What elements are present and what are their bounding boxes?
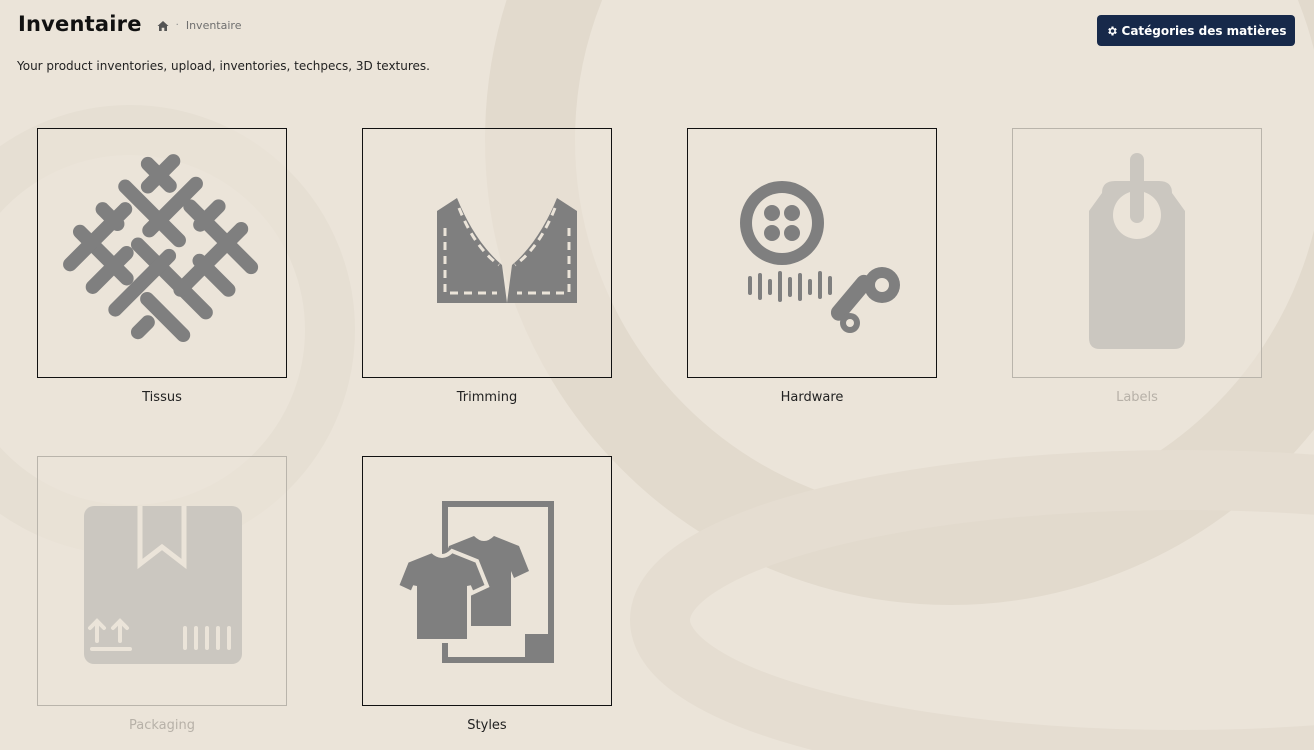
gear-icon	[1107, 26, 1117, 35]
tile-packaging-label: Packaging	[129, 718, 195, 733]
breadcrumb: · Inventaire	[157, 19, 242, 32]
home-icon[interactable]	[157, 20, 169, 32]
breadcrumb-separator: ·	[175, 20, 179, 31]
tile-hardware[interactable]: Hardware	[687, 128, 937, 405]
page-title: Inventaire	[18, 12, 142, 36]
page-subtitle: Your product inventories, upload, invent…	[17, 59, 430, 73]
tile-trimming-image[interactable]	[362, 128, 612, 378]
tile-trimming-label[interactable]: Trimming	[362, 390, 612, 405]
tshirt-styles-icon	[394, 501, 554, 663]
hang-tag-icon	[1089, 153, 1185, 349]
breadcrumb-current[interactable]: Inventaire	[186, 19, 242, 32]
tile-tissus-label[interactable]: Tissus	[37, 390, 287, 405]
tile-tissus[interactable]: Tissus	[37, 128, 287, 405]
tile-packaging-image	[37, 456, 287, 706]
tile-tissus-image[interactable]	[37, 128, 287, 378]
material-categories-label: Catégories des matières	[1121, 23, 1287, 38]
woven-fabric-icon	[63, 154, 259, 343]
inventory-page: Inventaire · Inventaire Your product inv…	[0, 0, 1314, 750]
tile-packaging: Packaging	[37, 456, 287, 733]
tile-labels-image	[1012, 128, 1262, 378]
button-zipper-icon	[740, 181, 900, 333]
garment-pattern-icon	[437, 198, 577, 303]
tile-trimming[interactable]: Trimming	[362, 128, 612, 405]
tile-styles-image[interactable]	[362, 456, 612, 706]
package-box-icon	[84, 506, 242, 664]
tile-hardware-label[interactable]: Hardware	[687, 390, 937, 405]
tile-styles[interactable]: Styles	[362, 456, 612, 733]
tile-hardware-image[interactable]	[687, 128, 937, 378]
page-header: Inventaire · Inventaire	[18, 12, 241, 36]
tile-styles-label[interactable]: Styles	[362, 718, 612, 733]
material-categories-button[interactable]: Catégories des matières	[1097, 15, 1295, 46]
tile-labels-label: Labels	[1116, 390, 1158, 405]
tile-labels: Labels	[1012, 128, 1262, 405]
